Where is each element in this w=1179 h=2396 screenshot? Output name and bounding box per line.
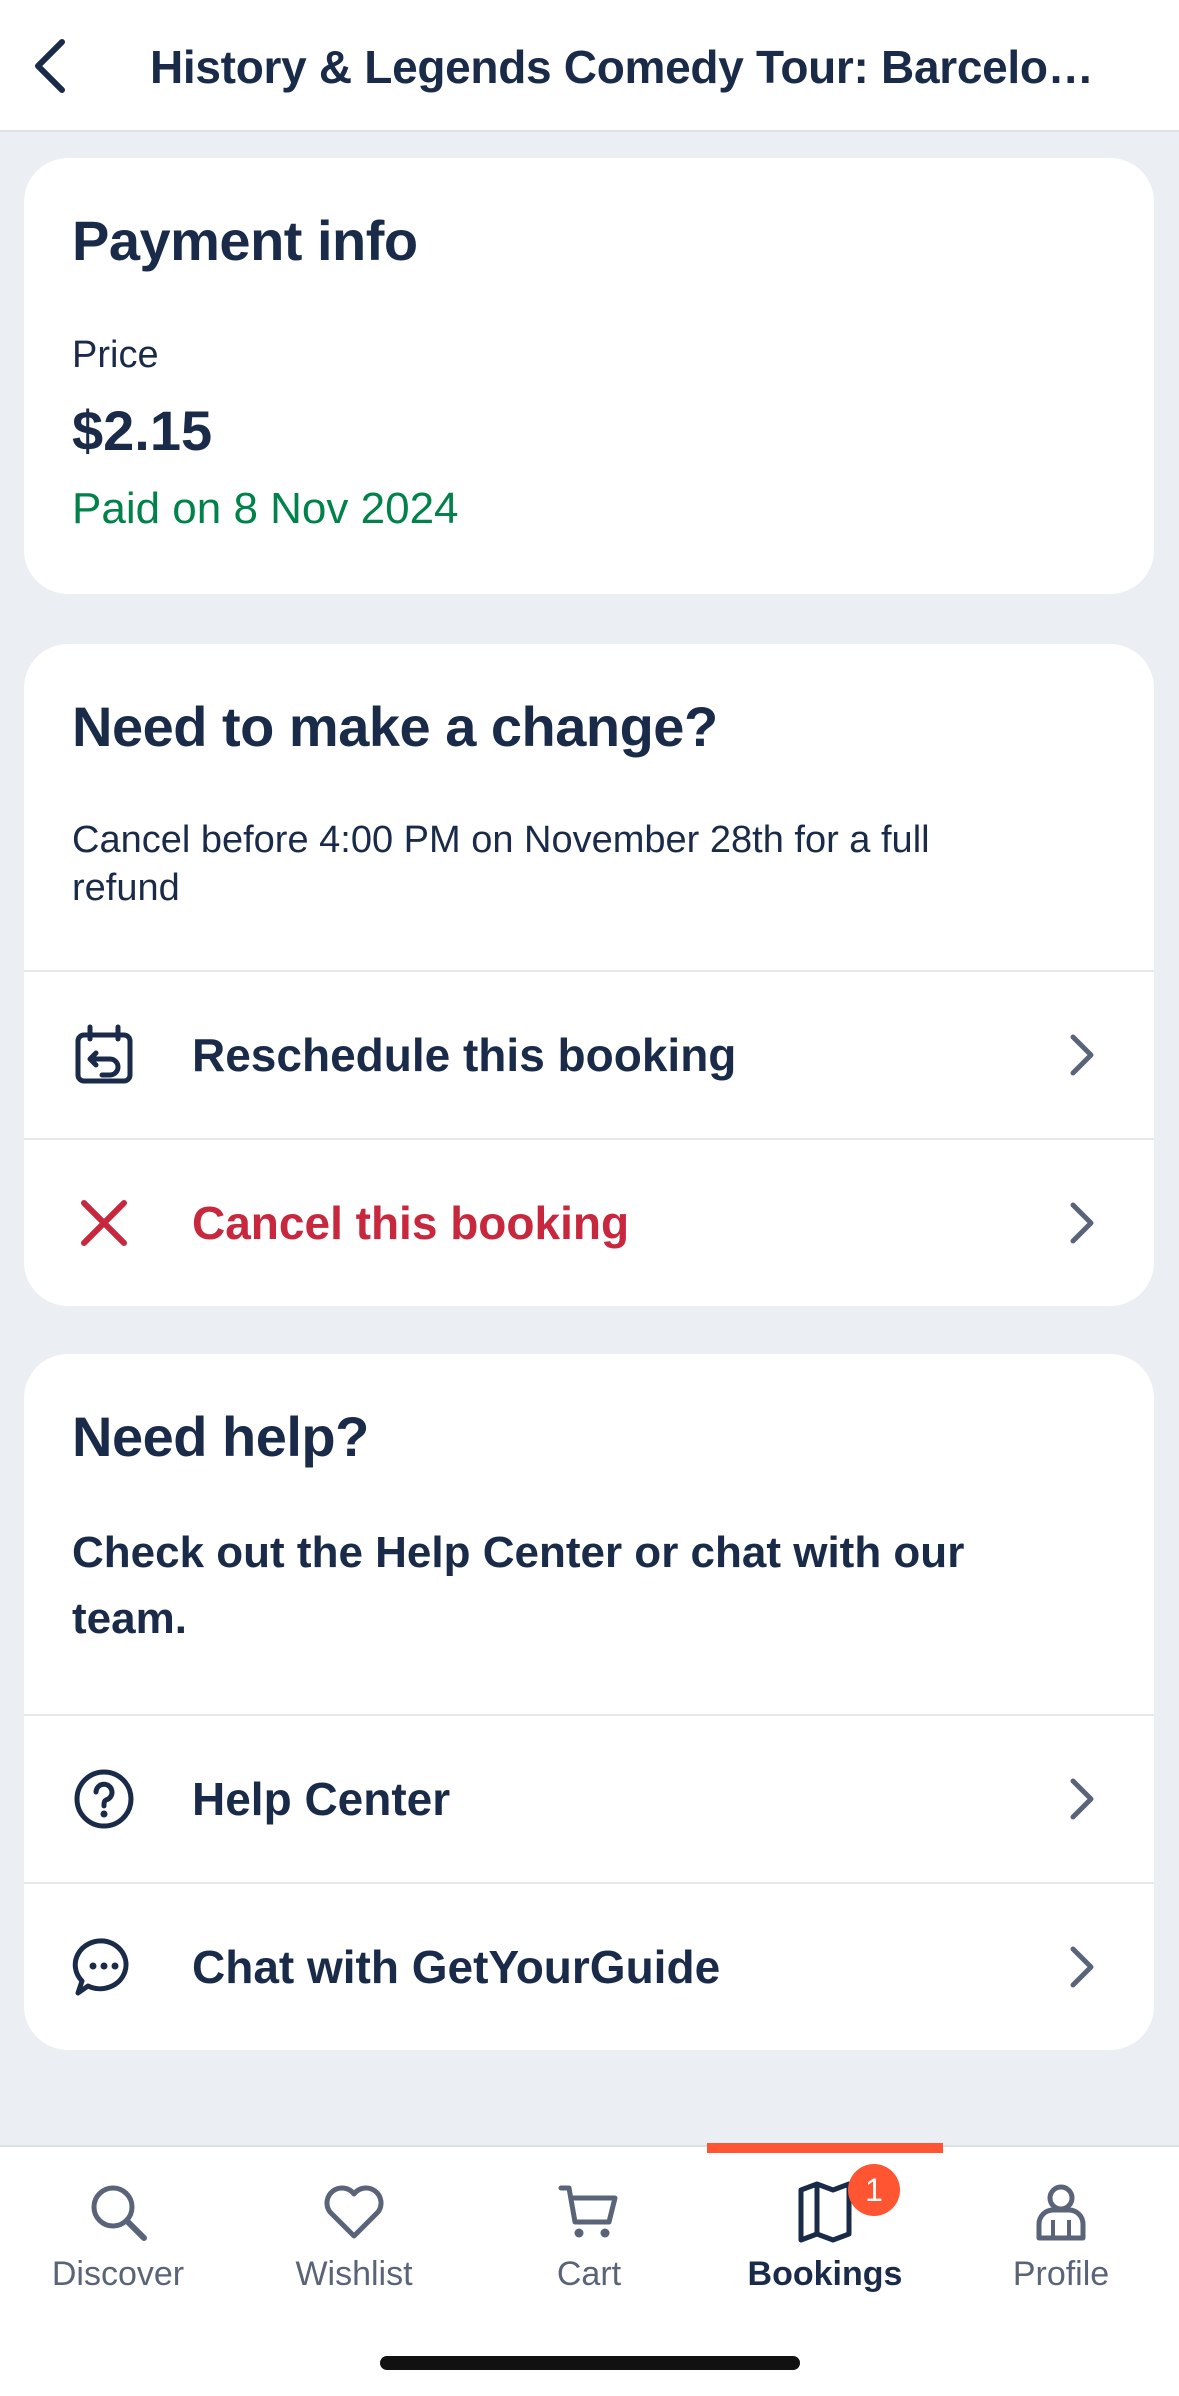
price-label: Price — [72, 334, 159, 376]
calendar-reschedule-icon — [72, 1023, 136, 1087]
help-title: Need help? — [72, 1405, 369, 1468]
tab-bookings[interactable]: Bookings — [707, 2147, 943, 2307]
chat-label: Chat with GetYourGuide — [192, 1941, 721, 1993]
reschedule-label: Reschedule this booking — [192, 1029, 737, 1081]
back-button[interactable] — [18, 32, 82, 100]
tab-discover[interactable]: Discover — [0, 2147, 236, 2307]
page-title: History & Legends Comedy Tour: Barcelona… — [150, 41, 1110, 93]
refund-policy-text: Cancel before 4:00 PM on November 28th f… — [72, 819, 930, 909]
question-circle-icon — [72, 1767, 136, 1831]
close-icon — [72, 1191, 136, 1255]
tab-discover-label: Discover — [51, 2255, 185, 2293]
cancel-booking-row[interactable]: Cancel this booking — [24, 1140, 1154, 1306]
change-booking-card: Need to make a change? Cancel before 4:0… — [24, 644, 1154, 1306]
chevron-right-icon — [1064, 1028, 1100, 1082]
chevron-right-icon — [1064, 1196, 1100, 1250]
help-center-label: Help Center — [192, 1773, 451, 1825]
payment-info-card: Payment info Price $2.15 Paid on 8 Nov 2… — [24, 158, 1154, 594]
tab-wishlist-label: Wishlist — [295, 2255, 413, 2293]
top-app-bar: History & Legends Comedy Tour: Barcelona… — [0, 0, 1179, 132]
paid-status: Paid on 8 Nov 2024 — [72, 484, 459, 533]
help-center-row[interactable]: Help Center — [24, 1716, 1154, 1882]
profile-icon — [1026, 2177, 1096, 2247]
chat-bubble-icon — [72, 1935, 136, 1999]
tab-cart[interactable]: Cart — [471, 2147, 707, 2307]
bookings-badge: 1 — [848, 2164, 900, 2216]
cart-icon — [554, 2177, 624, 2247]
tab-wishlist[interactable]: Wishlist — [236, 2147, 472, 2307]
chat-row[interactable]: Chat with GetYourGuide — [24, 1884, 1154, 2050]
help-description: Check out the Help Center or chat with o… — [72, 1528, 965, 1643]
tab-profile[interactable]: Profile — [943, 2147, 1179, 2307]
help-card: Need help? Check out the Help Center or … — [24, 1354, 1154, 2050]
heart-icon — [319, 2177, 389, 2247]
chevron-right-icon — [1064, 1772, 1100, 1826]
cancel-label: Cancel this booking — [192, 1197, 630, 1249]
search-icon — [83, 2177, 153, 2247]
chevron-left-icon — [35, 39, 65, 93]
change-title: Need to make a change? — [72, 695, 718, 758]
tab-bookings-label: Bookings — [747, 2255, 903, 2293]
chevron-right-icon — [1064, 1940, 1100, 1994]
home-indicator — [380, 2356, 800, 2370]
tab-cart-label: Cart — [556, 2255, 622, 2293]
reschedule-booking-row[interactable]: Reschedule this booking — [24, 972, 1154, 1138]
payment-info-title: Payment info — [72, 209, 418, 272]
tab-profile-label: Profile — [1012, 2255, 1110, 2293]
price-value: $2.15 — [72, 399, 213, 462]
